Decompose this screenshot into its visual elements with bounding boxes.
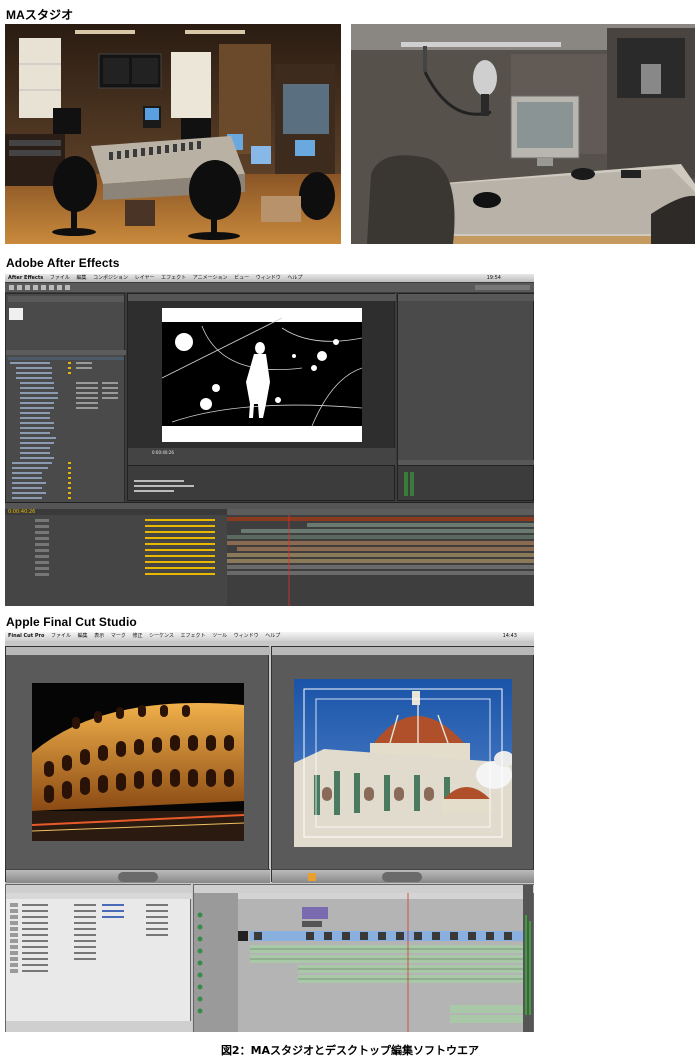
after-effects-screenshot: After Effects ファイル 編集 コンポジション レイヤー エフェクト… <box>5 274 534 606</box>
fcp-canvas-duomo-image <box>294 679 512 847</box>
fcp-canvas[interactable] <box>271 646 534 883</box>
fcp-timeline[interactable] <box>193 884 534 1032</box>
ae-menu-view[interactable]: ビュー <box>234 275 249 281</box>
fcp-timeline-tracks <box>194 893 525 1032</box>
ae-menu-window[interactable]: ウィンドウ <box>256 275 281 281</box>
fcp-viewer-colosseum-image <box>32 683 244 841</box>
fcp-viewer[interactable] <box>5 646 270 883</box>
recording-booth-illustration <box>351 24 695 244</box>
final-cut-screenshot: Final Cut Pro ファイル 編集 表示 マーク 修正 シーケンス エフ… <box>5 632 534 1032</box>
fcp-menu-edit[interactable]: 編集 <box>78 633 88 639</box>
fcp-menu-sequence[interactable]: シーケンス <box>149 633 174 639</box>
ae-menu-app[interactable]: After Effects <box>8 275 43 281</box>
fcp-audio-meter <box>523 885 533 1032</box>
ae-viewer-timecode: 0:00:40:26 <box>152 450 174 455</box>
ae-audio-panel <box>397 465 534 501</box>
fcp-viewer-transport[interactable] <box>6 869 270 883</box>
ae-menu-composition[interactable]: コンポジション <box>93 275 128 281</box>
ae-project-thumbnail <box>9 308 23 320</box>
fcp-browser-list <box>6 893 192 1032</box>
fcp-menu-window[interactable]: ウィンドウ <box>234 633 259 639</box>
ae-menubar: After Effects ファイル 編集 コンポジション レイヤー エフェクト… <box>5 274 534 282</box>
control-room-illustration <box>5 24 341 244</box>
ae-menu-file[interactable]: ファイル <box>50 275 70 281</box>
fcp-menu-view[interactable]: 表示 <box>94 633 104 639</box>
fcp-canvas-transport[interactable] <box>272 869 534 883</box>
ae-timeline-panel[interactable]: 0:00:40:26 <box>5 502 534 606</box>
fcp-menubar: Final Cut Pro ファイル 編集 表示 マーク 修正 シーケンス エフ… <box>5 632 534 641</box>
ae-clock: 19:54 <box>486 275 501 281</box>
ae-menu-animation[interactable]: アニメーション <box>193 275 228 281</box>
ae-composition-viewer[interactable]: 0:00:40:26 <box>127 293 396 466</box>
fcp-menu-app[interactable]: Final Cut Pro <box>8 633 44 639</box>
ae-layer-list <box>5 515 227 606</box>
ae-timeline-tracks <box>227 515 534 606</box>
ae-menu-effect[interactable]: エフェクト <box>161 275 186 281</box>
ae-info-panels <box>397 293 534 466</box>
fcp-menu-modify[interactable]: 修正 <box>132 633 142 639</box>
ae-menu-help[interactable]: ヘルプ <box>287 275 302 281</box>
figure-caption: 図2：MAスタジオとデスクトップ編集ソフトウエア <box>220 1044 480 1057</box>
heading-after-effects: Adobe After Effects <box>6 256 120 270</box>
fcp-menu-effects[interactable]: エフェクト <box>180 633 205 639</box>
fcp-menu-tools[interactable]: ツール <box>212 633 227 639</box>
fcp-menu-mark[interactable]: マーク <box>111 633 126 639</box>
fcp-menu-help[interactable]: ヘルプ <box>265 633 280 639</box>
fcp-menu-file[interactable]: ファイル <box>51 633 71 639</box>
ae-toolbar <box>5 283 534 292</box>
ma-studio-photo-booth <box>351 24 695 244</box>
heading-ma-studio: MAスタジオ <box>6 8 74 22</box>
heading-final-cut: Apple Final Cut Studio <box>6 615 137 629</box>
ae-menu-edit[interactable]: 編集 <box>76 275 86 281</box>
ma-studio-photo-control-room <box>5 24 341 244</box>
ae-effect-controls <box>127 465 395 501</box>
ae-comp-frame <box>162 308 362 442</box>
fcp-clock: 14:43 <box>502 633 517 639</box>
ae-menu-layer[interactable]: レイヤー <box>135 275 155 281</box>
fcp-browser[interactable] <box>5 884 192 1032</box>
